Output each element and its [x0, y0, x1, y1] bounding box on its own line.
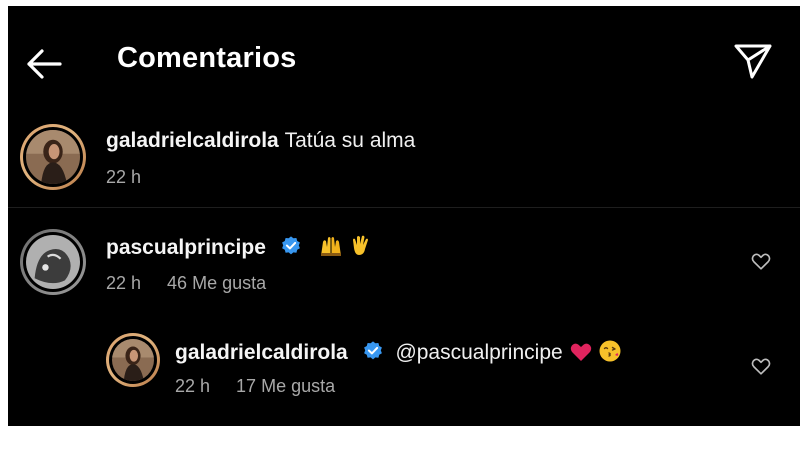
kissing-face-emoji — [598, 339, 622, 369]
page-title: Comentarios — [117, 42, 297, 74]
avatar[interactable] — [20, 124, 86, 190]
username-text[interactable]: galadrielcaldirola — [106, 129, 279, 152]
comment-3-meta: 22 h 17 Me gusta — [175, 376, 335, 397]
divider — [8, 207, 800, 208]
comment-1-meta: 22 h — [106, 167, 141, 188]
avatar-photo — [112, 339, 154, 381]
avatar-photo — [26, 130, 80, 184]
like-heart-icon[interactable] — [750, 250, 772, 272]
verified-badge-icon — [281, 236, 300, 255]
comment-1-text: Tatúa su alma — [284, 129, 416, 152]
avatar-photo — [26, 235, 80, 289]
raising-hands-emoji — [318, 234, 344, 264]
comment-2-username[interactable]: pascualprincipe — [106, 234, 373, 264]
comment-2-meta: 22 h 46 Me gusta — [106, 273, 266, 294]
username-text[interactable]: galadrielcaldirola — [175, 341, 348, 364]
comment-1-username[interactable]: galadrielcaldirola Tatúa su alma — [106, 129, 415, 153]
avatar[interactable] — [106, 333, 160, 387]
mention-link[interactable]: @pascualprincipe — [395, 341, 562, 364]
verified-badge-icon — [363, 341, 382, 360]
arrow-left-icon[interactable] — [24, 46, 64, 82]
avatar[interactable] — [20, 229, 86, 295]
waving-hand-emoji — [349, 234, 373, 264]
username-text[interactable]: pascualprincipe — [106, 236, 266, 259]
paper-plane-icon[interactable] — [732, 40, 774, 82]
comment-1-time: 22 h — [106, 167, 142, 187]
comment-3-username[interactable]: galadrielcaldirola @pascualprincipe — [175, 339, 622, 369]
red-heart-emoji — [569, 341, 593, 369]
comment-3-likes[interactable]: 17 Me gusta — [236, 376, 335, 396]
comments-screen: Comentarios galadrielcaldirola Tatúa su … — [8, 6, 800, 426]
like-heart-icon[interactable] — [750, 355, 772, 377]
comment-2-likes[interactable]: 46 Me gusta — [167, 273, 266, 293]
comment-2-time: 22 h — [106, 273, 142, 293]
comment-3-time: 22 h — [175, 376, 211, 396]
